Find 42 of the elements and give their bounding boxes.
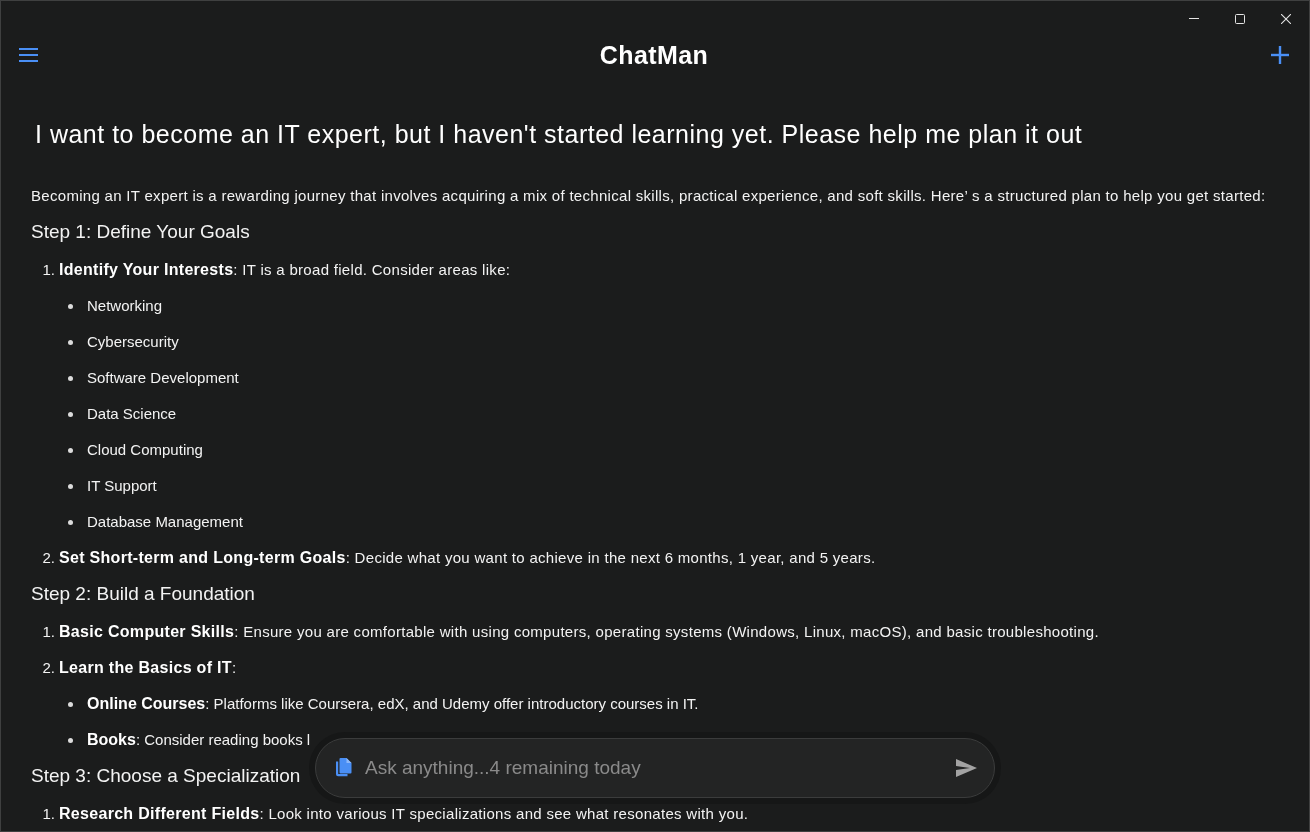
send-icon (955, 759, 977, 777)
bullet-icon (68, 483, 73, 489)
bullet-item-text: Books: Consider reading books l (87, 730, 311, 750)
message-input[interactable]: Ask anything...4 remaining today (365, 757, 950, 779)
bullet-icon (68, 303, 73, 309)
list-number: 2. (41, 658, 55, 678)
bullet-item-text: Software Development (87, 368, 239, 388)
close-icon (1281, 13, 1291, 24)
bullet-item-text: Cybersecurity (87, 332, 179, 352)
section-heading: Step 1: Define Your Goals (31, 220, 250, 244)
bullet-icon (68, 375, 73, 381)
list-number: 1. (41, 260, 55, 280)
bullet-icon (68, 737, 73, 743)
bullet-item-text: IT Support (87, 476, 157, 496)
bullet-icon (68, 411, 73, 417)
bullet-item-text: Online Courses: Platforms like Coursera, edX, and Udemy offer introductory courses in IT. (87, 694, 699, 714)
bullet-item-text: Cloud Computing (87, 440, 203, 460)
bullet-item-text: Data Science (87, 404, 177, 424)
list-number: 2. (41, 548, 55, 568)
list-item-text: Set Short-term and Long-term Goals: Decide what you want to achieve in the next 6 months, 1 year, and 5 years. (59, 548, 876, 568)
maximize-icon (1235, 13, 1245, 24)
minimize-icon (1189, 18, 1199, 19)
list-number: 1. (41, 622, 55, 642)
answer-paragraph: Becoming an IT expert is a rewarding journey that involves acquiring a mix of technical skills, practical experience, and soft skills. Here’ s a structured plan to help you get started: (31, 186, 1266, 206)
list-number: 1. (41, 804, 55, 824)
user-message: I want to become an IT expert, but I haven't started learning yet. Please help me plan it out (35, 119, 1083, 150)
list-item-text: Learn the Basics of IT: (59, 658, 237, 678)
bullet-icon (68, 339, 73, 345)
section-heading: Step 2: Build a Foundation (31, 582, 255, 606)
bullet-icon (68, 447, 73, 453)
documents-icon[interactable] (335, 758, 352, 778)
list-item-text: Basic Computer Skills: Ensure you are comfortable with using computers, operating systems (Windows, Linux, macOS), and basic troubleshooting. (59, 622, 1099, 642)
list-item-text: Research Different Fields: Look into various IT specializations and see what resonates with you. (59, 804, 749, 824)
bullet-icon (68, 701, 73, 707)
plus-icon (1271, 46, 1289, 64)
list-item-text: Identify Your Interests: IT is a broad field. Consider areas like: (59, 260, 511, 280)
bullet-item-text: Database Management (87, 512, 243, 532)
section-heading: Step 3: Choose a Specialization (31, 764, 301, 788)
bullet-item-text: Networking (87, 296, 163, 316)
bullet-icon (68, 519, 73, 525)
app-title: ChatMan (599, 40, 709, 70)
menu-icon (18, 48, 38, 62)
